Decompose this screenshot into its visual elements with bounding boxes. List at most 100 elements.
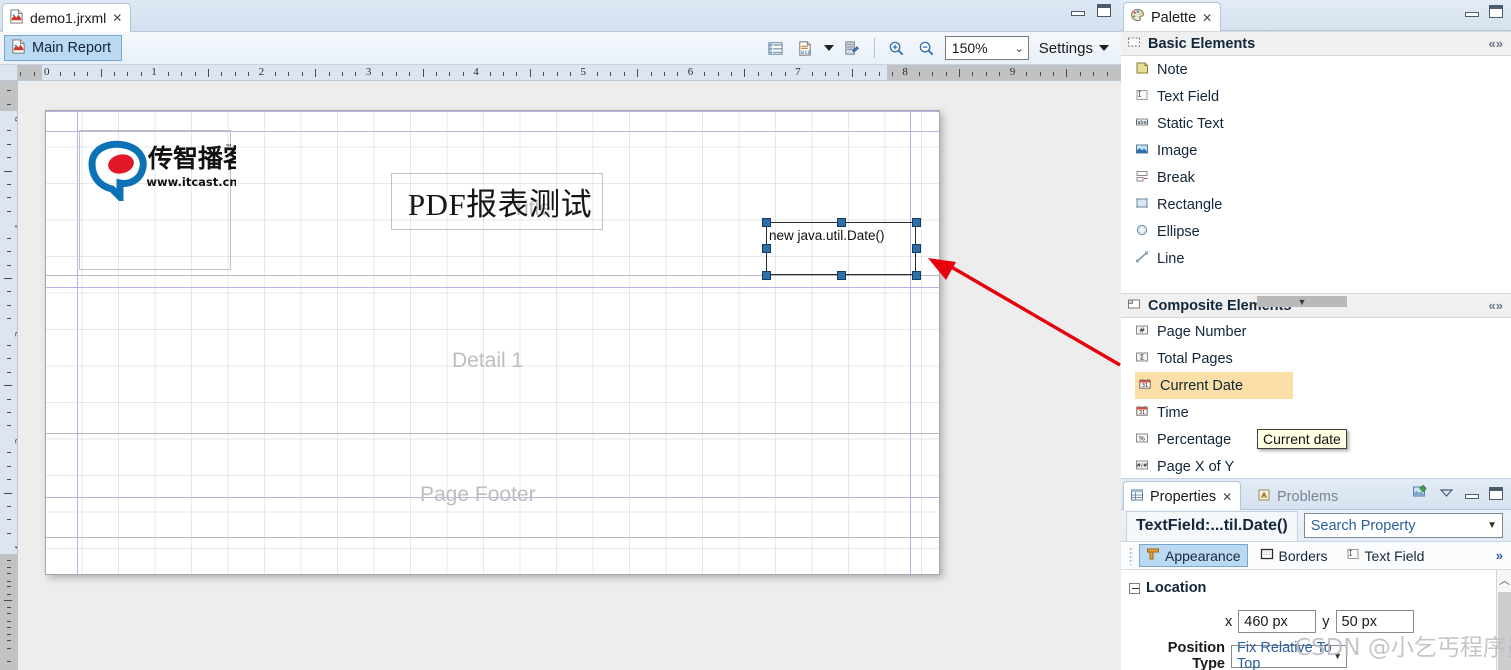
- maximize-icon[interactable]: [1489, 487, 1503, 500]
- dataset-table-icon[interactable]: [764, 36, 788, 60]
- maximize-icon[interactable]: [1097, 4, 1111, 17]
- collapse-section-icon[interactable]: [1129, 582, 1140, 594]
- new-properties-view-icon[interactable]: [1412, 484, 1428, 503]
- zoom-level-combobox[interactable]: 150% ⌄: [944, 36, 1029, 60]
- close-icon[interactable]: ✕: [1222, 490, 1232, 504]
- chevron-down-icon: ⌄: [1014, 42, 1024, 55]
- tab-text-field[interactable]: Text Field: [1340, 545, 1431, 566]
- ruler-v-tick: [7, 613, 11, 615]
- horizontal-ruler[interactable]: 0 1 2 3 4 5 6 7 8 9: [18, 65, 1121, 81]
- palette-item-break[interactable]: Break: [1121, 164, 1511, 191]
- minimize-icon[interactable]: [1465, 7, 1479, 17]
- svg-text:label: label: [1136, 119, 1148, 125]
- collapse-group-icon[interactable]: «»: [1489, 36, 1503, 51]
- vertical-ruler[interactable]: 01234: [0, 81, 18, 670]
- ruler-v-tick: [7, 210, 11, 212]
- location-section-header[interactable]: Location: [1129, 580, 1511, 596]
- tab-properties[interactable]: Properties ✕: [1123, 481, 1242, 511]
- ruler-h-tick: [382, 72, 384, 76]
- preview-dropdown-caret-icon[interactable]: [823, 45, 834, 51]
- palette-item-text-field[interactable]: Text Field: [1121, 83, 1511, 110]
- editor-tab-demo1[interactable]: demo1.jrxml ✕: [2, 3, 132, 32]
- compile-report-icon[interactable]: [840, 36, 864, 60]
- ruler-v-tick: [4, 277, 12, 279]
- palette-item-total-pages[interactable]: Σ Total Pages: [1121, 345, 1511, 372]
- editor-tab-label: demo1.jrxml: [30, 10, 107, 26]
- resize-handle-e[interactable]: [912, 244, 921, 253]
- resize-handle-se[interactable]: [912, 271, 921, 280]
- y-input[interactable]: 50 px: [1335, 610, 1414, 633]
- palette-item-rectangle[interactable]: Rectangle: [1121, 191, 1511, 218]
- palette-group-basic-label: Basic Elements: [1148, 35, 1256, 52]
- palette-scroll-down-handle[interactable]: ▼: [1257, 296, 1347, 307]
- chevron-down-icon[interactable]: ▼: [1487, 520, 1497, 531]
- ruler-v-tick: [4, 599, 12, 601]
- palette-item-rectangle-label: Rectangle: [1157, 196, 1223, 213]
- maximize-icon[interactable]: [1489, 5, 1503, 18]
- palette-item-note[interactable]: Note: [1121, 56, 1511, 83]
- ruler-h-tick: [1106, 72, 1108, 76]
- y-label: y: [1322, 613, 1330, 630]
- palette-view-tools: [1465, 5, 1503, 18]
- palette-item-current-date[interactable]: 31 Current Date: [1135, 372, 1293, 399]
- borders-icon: [1260, 547, 1274, 564]
- resize-handle-n[interactable]: [837, 218, 846, 227]
- palette-item-image[interactable]: Image: [1121, 137, 1511, 164]
- palette-item-page-x-of-y-label: Page X of Y: [1157, 458, 1235, 475]
- ruler-h-tick: [932, 72, 934, 76]
- minimize-icon[interactable]: [1465, 489, 1479, 499]
- ruler-h-tick: [529, 69, 531, 77]
- ruler-v-tick: [7, 291, 11, 293]
- tab-main-report-label: Main Report: [32, 40, 111, 56]
- ruler-h-tick: [999, 72, 1001, 76]
- settings-menu-button[interactable]: Settings: [1035, 40, 1113, 57]
- resize-handle-w[interactable]: [762, 244, 771, 253]
- properties-vertical-scrollbar[interactable]: ︿: [1496, 570, 1511, 670]
- close-icon[interactable]: ✕: [112, 11, 122, 25]
- minimize-icon[interactable]: [1071, 6, 1085, 16]
- palette-item-percentage-label: Percentage: [1157, 431, 1232, 448]
- collapse-group-icon[interactable]: «»: [1489, 298, 1503, 313]
- palette-item-current-date-label: Current Date: [1160, 377, 1244, 394]
- problems-tab-label: Problems: [1277, 489, 1339, 505]
- report-page[interactable]: 传智播客 ™ www.itcast.cn Title Detail 1 Page…: [45, 110, 940, 575]
- ruler-h-tick: [771, 72, 773, 76]
- report-canvas[interactable]: 传智播客 ™ www.itcast.cn Title Detail 1 Page…: [18, 81, 1121, 670]
- resize-handle-nw[interactable]: [762, 218, 771, 227]
- close-icon[interactable]: ✕: [1202, 11, 1212, 25]
- palette-group-basic-elements[interactable]: Basic Elements «»: [1121, 31, 1511, 56]
- ruler-h-tick: [127, 72, 129, 76]
- tab-main-report[interactable]: Main Report: [4, 35, 122, 61]
- preview-binary-icon[interactable]: 010: [794, 36, 818, 60]
- palette-item-time[interactable]: 31 Time: [1121, 399, 1511, 426]
- ruler-v-tick: [7, 519, 11, 521]
- tab-borders[interactable]: Borders: [1254, 545, 1334, 566]
- tab-palette[interactable]: Palette ✕: [1123, 2, 1222, 32]
- palette-item-ellipse[interactable]: Ellipse: [1121, 218, 1511, 245]
- palette-item-page-x-of-y[interactable]: #/# Page X of Y: [1121, 453, 1511, 478]
- palette-item-page-number[interactable]: # Page Number: [1121, 318, 1511, 345]
- view-menu-icon[interactable]: [1439, 486, 1454, 501]
- x-input[interactable]: 460 px: [1238, 610, 1317, 633]
- palette-item-static-text[interactable]: label Static Text: [1121, 110, 1511, 137]
- scroll-up-icon[interactable]: ︿: [1497, 570, 1511, 590]
- palette-tooltip: Current date: [1257, 429, 1347, 449]
- zoom-out-icon[interactable]: [915, 36, 939, 60]
- palette-item-line[interactable]: Line: [1121, 245, 1511, 272]
- scrollbar-thumb[interactable]: [1498, 592, 1511, 670]
- tab-appearance[interactable]: Appearance: [1139, 544, 1248, 567]
- ruler-v-tick: [7, 130, 11, 132]
- more-tabs-icon[interactable]: »: [1496, 548, 1503, 563]
- band-separator-top: [46, 111, 939, 112]
- zoom-in-icon[interactable]: [885, 36, 909, 60]
- itcast-logo: 传智播客 ™ www.itcast.cn: [84, 137, 248, 206]
- search-property-input[interactable]: Search Property ▼: [1303, 513, 1503, 538]
- resize-handle-s[interactable]: [837, 271, 846, 280]
- ruler-shade-top: [0, 81, 17, 111]
- position-type-select[interactable]: Fix Relative To Top ▼: [1231, 640, 1347, 670]
- svg-text:™: ™: [225, 143, 233, 152]
- resize-handle-sw[interactable]: [762, 271, 771, 280]
- resize-handle-ne[interactable]: [912, 218, 921, 227]
- tabstrip-grip[interactable]: [1129, 546, 1133, 565]
- tab-problems[interactable]: Problems: [1251, 482, 1346, 512]
